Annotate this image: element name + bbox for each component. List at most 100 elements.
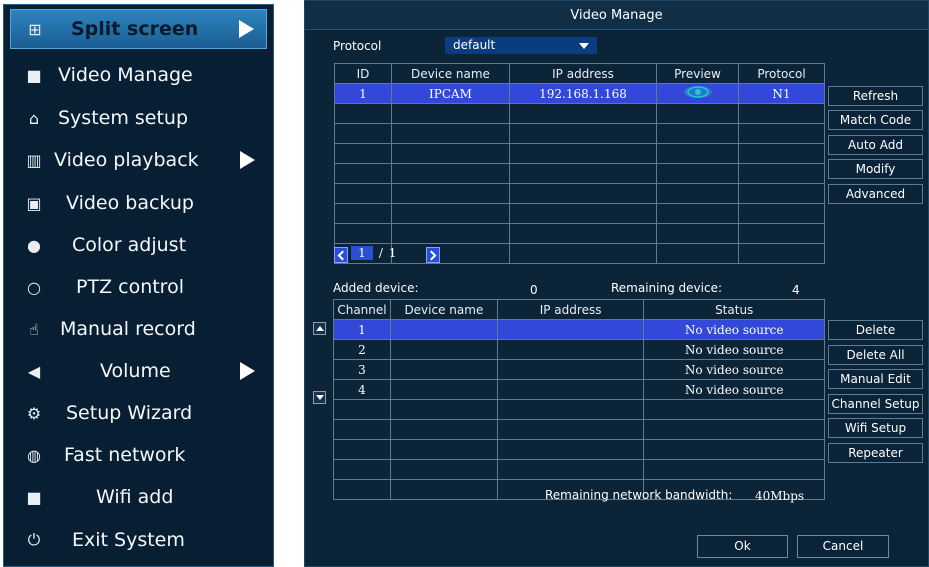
table-row[interactable]: 2 No video source: [333, 339, 825, 360]
cell-device-name: [389, 419, 498, 440]
ptz-icon: ○: [27, 277, 41, 297]
cell-preview: [656, 123, 739, 144]
page-separator: /: [378, 246, 383, 260]
scroll-up-button[interactable]: [313, 322, 326, 335]
menu-item-system-setup[interactable]: ⌂ System setup: [10, 98, 267, 138]
cell-preview: [656, 183, 739, 204]
cell-channel: [333, 439, 391, 460]
refresh-button[interactable]: Refresh: [828, 86, 923, 106]
cell-preview: [656, 143, 739, 164]
repeater-button[interactable]: Repeater: [828, 443, 923, 463]
table-row[interactable]: [334, 123, 825, 144]
power-icon: ⏻: [27, 530, 41, 549]
menu-item-setup-wizard[interactable]: ⚙ Setup Wizard: [10, 393, 267, 433]
table-row[interactable]: [334, 223, 825, 244]
menu-item-manual-record[interactable]: ☝ Manual record: [10, 309, 267, 349]
table-row[interactable]: 1 No video source: [333, 319, 825, 340]
table-row[interactable]: 1 IPCAM 192.168.1.168 N1: [334, 83, 825, 104]
prev-page-button[interactable]: [334, 247, 348, 263]
dialog-title: Video Manage: [305, 1, 928, 30]
cell-ip: [496, 319, 645, 340]
menu-item-wifi-add[interactable]: ■ Wifi add: [10, 477, 267, 517]
menu-item-color-adjust[interactable]: ● Color adjust: [10, 225, 267, 265]
table-row[interactable]: [333, 459, 825, 480]
delete-button[interactable]: Delete: [828, 320, 923, 340]
cell-device-name: [389, 339, 498, 360]
cell-device-name: [389, 479, 498, 500]
gears-icon: ⚙: [26, 403, 42, 423]
table-row[interactable]: [334, 183, 825, 204]
cell-status: [643, 459, 825, 480]
cell-device-name: [389, 319, 498, 340]
menu-item-label: Fast network: [64, 444, 186, 466]
remaining-device-label: Remaining device:: [611, 281, 722, 295]
table-row[interactable]: [334, 163, 825, 184]
submenu-arrow-icon: [239, 20, 254, 38]
cell-preview: [656, 83, 739, 104]
advanced-button[interactable]: Advanced: [828, 184, 923, 204]
wifi-setup-button[interactable]: Wifi Setup: [828, 418, 923, 438]
menu-item-video-backup[interactable]: ▣ Video backup: [10, 183, 267, 223]
auto-add-button[interactable]: Auto Add: [828, 135, 923, 155]
table-row[interactable]: 3 No video source: [333, 359, 825, 380]
table-row[interactable]: [334, 143, 825, 164]
cell-id: [334, 183, 392, 204]
total-pages: 1: [388, 246, 397, 260]
table-row[interactable]: [333, 419, 825, 440]
arrow-up-icon: [315, 326, 324, 331]
table-row[interactable]: 4 No video source: [333, 379, 825, 400]
cell-device-name: [389, 359, 498, 380]
cell-protocol: [738, 103, 825, 124]
cell-preview: [656, 103, 739, 124]
device-search-table: ID Device name IP address Preview Protocol 1…: [334, 63, 825, 264]
menu-item-exit-system[interactable]: ⏻ Exit System: [10, 520, 267, 560]
cancel-button[interactable]: Cancel: [797, 535, 889, 558]
home-icon: ⌂: [28, 108, 40, 128]
ok-button[interactable]: Ok: [697, 535, 788, 558]
cell-protocol: [738, 123, 825, 144]
cell-protocol: [738, 223, 825, 244]
match-code-button[interactable]: Match Code: [828, 110, 923, 130]
cell-ip: [509, 163, 657, 184]
cell-status: No video source: [643, 359, 825, 380]
cell-ip: [496, 459, 645, 480]
cell-device-name: [391, 123, 510, 144]
cell-channel: 2: [333, 339, 391, 360]
film-icon: ▥: [26, 150, 42, 170]
cell-ip: [509, 183, 657, 204]
cell-channel: 1: [333, 319, 391, 340]
page-indicator: 1 / 1: [351, 246, 396, 260]
cell-ip: [509, 223, 657, 244]
chevron-left-icon: [337, 250, 348, 260]
cell-channel: [333, 399, 391, 420]
cell-device-name: [391, 183, 510, 204]
menu-item-split-screen[interactable]: ⊞ Split screen: [10, 9, 267, 49]
table-row[interactable]: [334, 203, 825, 224]
menu-item-fast-network[interactable]: ◍ Fast network: [10, 435, 267, 475]
modify-button[interactable]: Modify: [828, 159, 923, 179]
protocol-select[interactable]: default: [445, 37, 597, 54]
menu-item-label: Wifi add: [96, 486, 174, 508]
cell-preview: [656, 223, 739, 244]
menu-item-video-manage[interactable]: ■ Video Manage: [10, 55, 267, 95]
menu-item-label: Volume: [100, 360, 171, 382]
menu-item-label: Exit System: [72, 529, 185, 551]
menu-item-label: System setup: [58, 107, 189, 129]
current-page[interactable]: 1: [351, 246, 373, 260]
scroll-down-button[interactable]: [313, 391, 326, 404]
menu-item-ptz-control[interactable]: ○ PTZ control: [10, 267, 267, 307]
eye-icon[interactable]: [683, 86, 713, 102]
cell-id: [334, 163, 392, 184]
video-manage-dialog: Video Manage Protocol default ID Device n…: [304, 0, 929, 567]
next-page-button[interactable]: [426, 247, 440, 263]
table-row[interactable]: [334, 243, 825, 264]
menu-item-volume[interactable]: ◀ Volume: [10, 351, 267, 391]
menu-item-video-playback[interactable]: ▥ Video playback: [10, 140, 267, 180]
table-row[interactable]: [334, 103, 825, 124]
table-row[interactable]: [333, 439, 825, 460]
cell-ip: [509, 143, 657, 164]
table-row[interactable]: [333, 399, 825, 420]
delete-all-button[interactable]: Delete All: [828, 345, 923, 365]
channel-setup-button[interactable]: Channel Setup: [828, 394, 923, 414]
manual-edit-button[interactable]: Manual Edit: [828, 369, 923, 389]
